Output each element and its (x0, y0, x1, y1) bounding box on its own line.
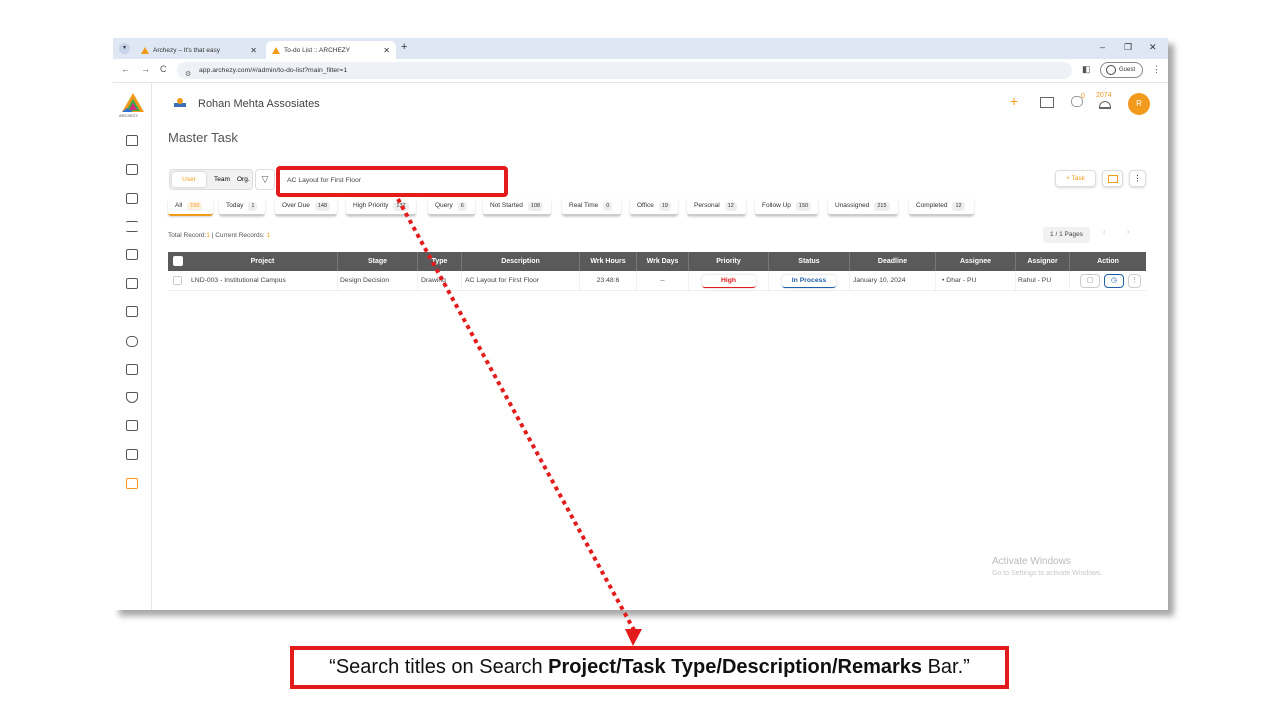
callout-open-quote: “ (329, 656, 336, 678)
callout-arrow (396, 198, 642, 646)
arrow-head (625, 629, 642, 646)
callout-prefix: Search titles on Search (335, 656, 549, 678)
callout-suffix: Bar.” (922, 656, 970, 678)
slide: ▾ Archezy – It's that easy ✕ To-do List … (0, 0, 1280, 720)
callout-bold: Project/Task Type/Description/Remarks (548, 656, 923, 678)
instruction-callout: “Search titles on Search Project/Task Ty… (290, 646, 1009, 689)
arrow-line (396, 198, 637, 633)
